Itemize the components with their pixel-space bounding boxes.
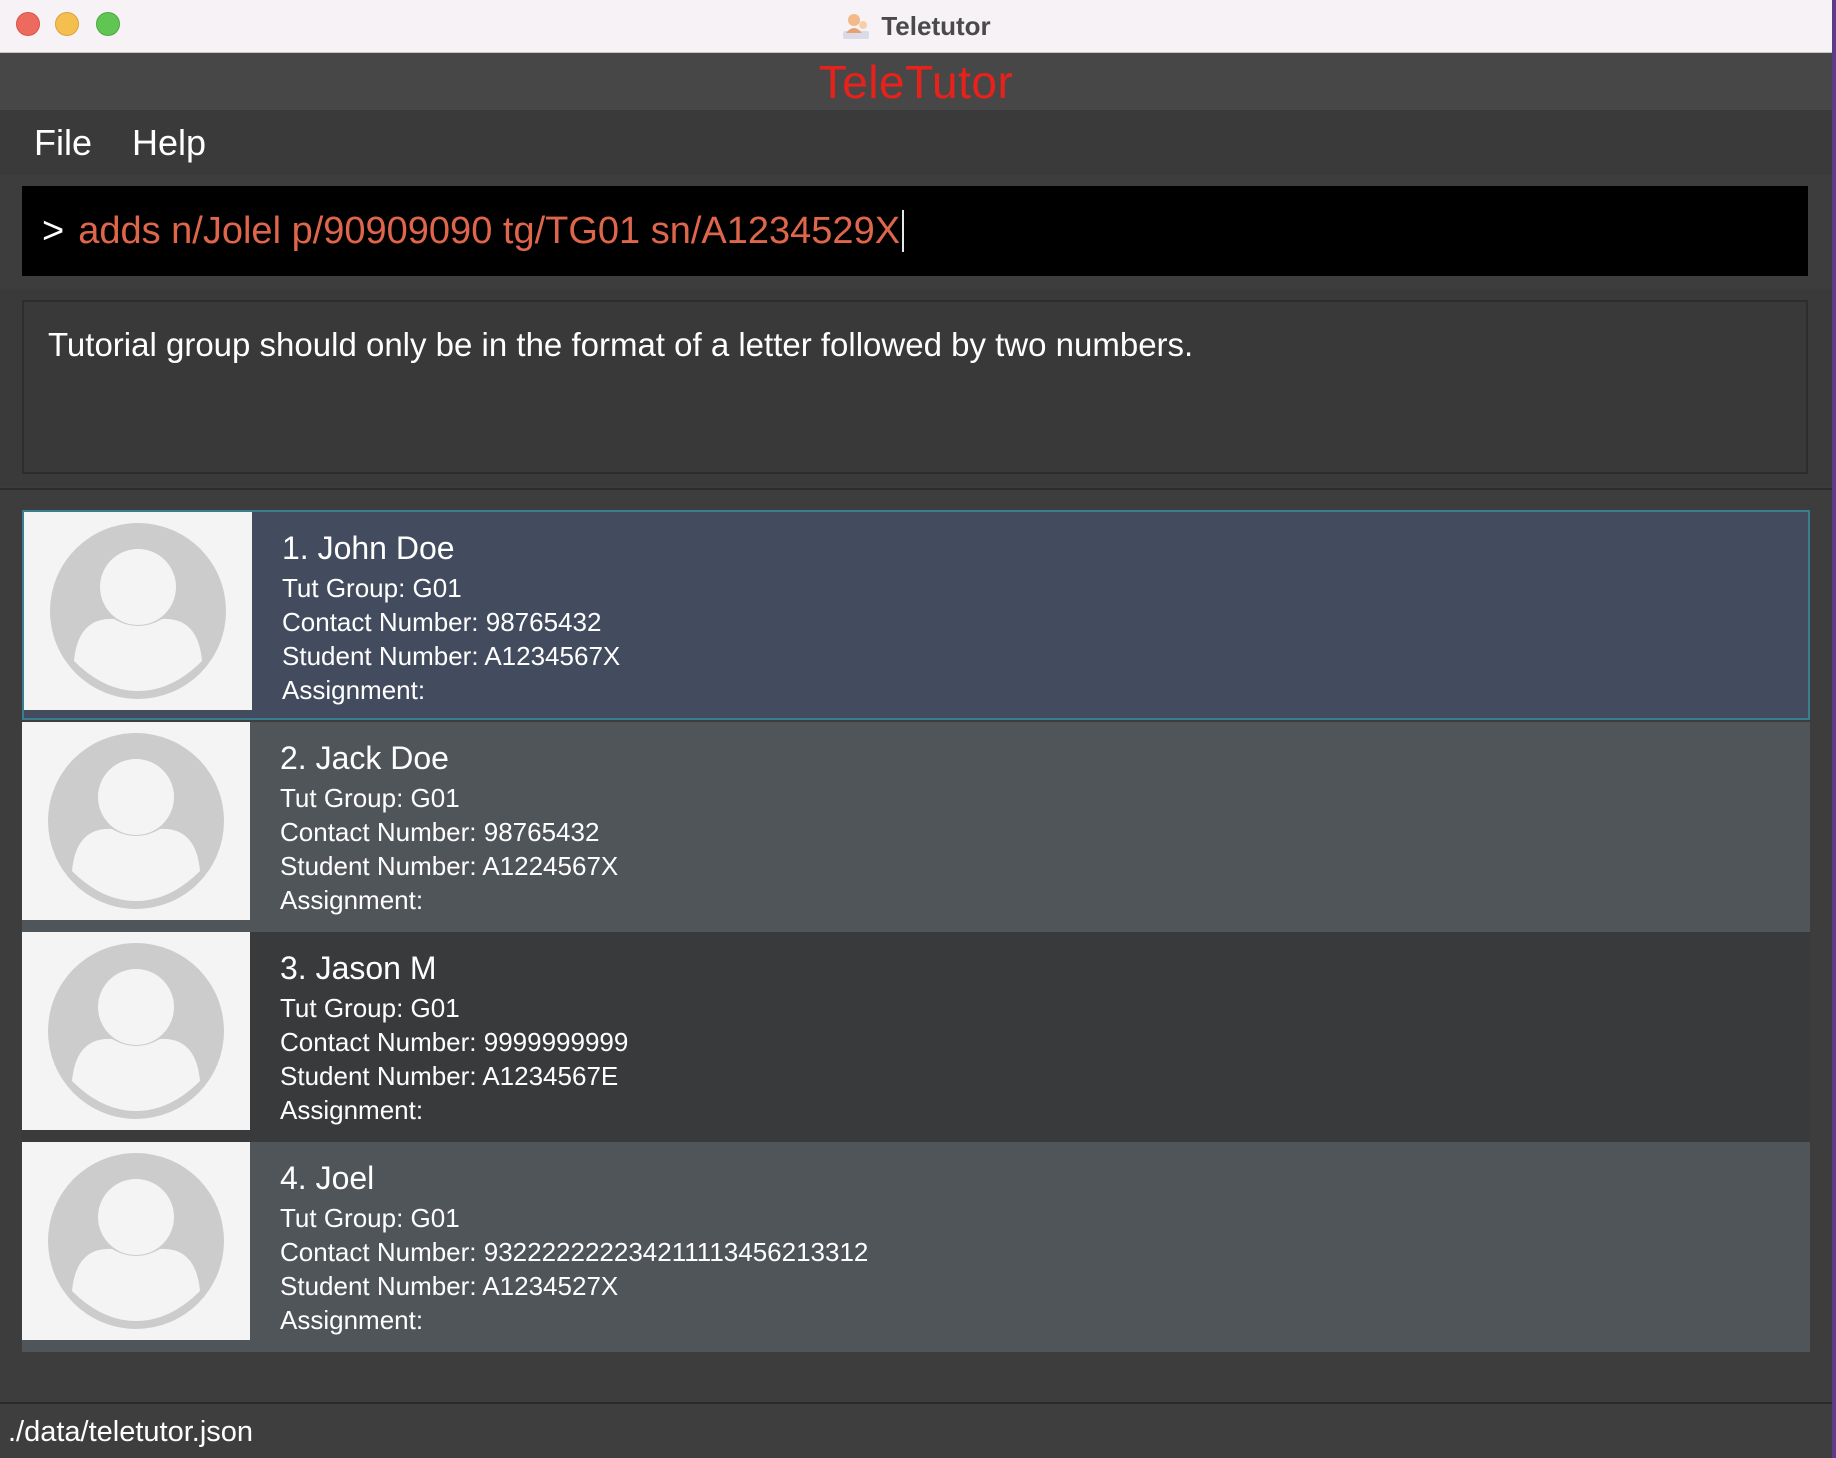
person-student-number: Student Number: A1234567X [282,641,621,671]
person-contact-number: Contact Number: 98765432 [280,817,600,847]
person-student-number: Student Number: A1234527X [280,1271,619,1301]
avatar [22,932,250,1130]
person-details: 4. Joel Tut Group: G01 Contact Number: 9… [250,1142,868,1352]
person-tut-group: Tut Group: G01 [280,993,460,1023]
app-header: TeleTutor [0,53,1832,110]
app-window: Teletutor TeleTutor File Help > adds n/J… [0,0,1832,1458]
default-avatar-icon [48,1153,224,1329]
title-bar: Teletutor [0,0,1832,53]
person-name: 4. Joel [280,1160,375,1196]
window-title: Teletutor [881,10,991,41]
person-student-number: Student Number: A1224567X [280,851,619,881]
avatar [22,722,250,920]
menu-file[interactable]: File [14,122,112,164]
person-assignment: Assignment: [280,885,424,915]
desktop-background-edge [1832,0,1836,1458]
avatar [22,1142,250,1340]
person-details: 2. Jack Doe Tut Group: G01 Contact Numbe… [250,722,618,932]
person-contact-number: Contact Number: 932222222234211113456213… [280,1237,869,1267]
command-box-container: > adds n/Jolel p/90909090 tg/TG01 sn/A12… [0,175,1832,287]
person-contact-number: Contact Number: 98765432 [282,607,602,637]
menu-help[interactable]: Help [112,122,226,164]
person-assignment: Assignment: [280,1305,424,1335]
status-file-path: ./data/teletutor.json [8,1415,254,1448]
person-tut-group: Tut Group: G01 [280,783,460,813]
result-display[interactable]: Tutorial group should only be in the for… [22,300,1808,474]
person-card[interactable]: 4. Joel Tut Group: G01 Contact Number: 9… [22,1142,1810,1352]
person-name: 3. Jason M [280,950,437,986]
person-card[interactable]: 2. Jack Doe Tut Group: G01 Contact Numbe… [22,722,1810,932]
person-student-number: Student Number: A1234567E [280,1061,619,1091]
command-input[interactable]: > adds n/Jolel p/90909090 tg/TG01 sn/A12… [22,186,1808,276]
command-prompt-symbol: > [42,209,65,252]
result-message: Tutorial group should only be in the for… [48,326,1194,363]
person-tut-group: Tut Group: G01 [280,1203,460,1233]
teletutor-app-icon [843,14,870,39]
result-display-container: Tutorial group should only be in the for… [0,290,1832,486]
text-caret [902,210,905,252]
avatar [24,512,252,710]
default-avatar-icon [50,523,226,699]
person-name: 1. John Doe [282,530,455,566]
command-input-text[interactable]: adds n/Jolel p/90909090 tg/TG01 sn/A1234… [78,210,900,253]
person-details: 1. John Doe Tut Group: G01 Contact Numbe… [252,512,620,718]
person-card[interactable]: 3. Jason M Tut Group: G01 Contact Number… [22,932,1810,1142]
person-tut-group: Tut Group: G01 [282,573,462,603]
person-assignment: Assignment: [282,675,426,705]
menu-bar: File Help [0,110,1832,175]
window-title-group: Teletutor [0,0,1832,52]
default-avatar-icon [48,733,224,909]
app-header-title: TeleTutor [818,55,1014,108]
person-card[interactable]: 1. John Doe Tut Group: G01 Contact Numbe… [22,510,1810,720]
person-name: 2. Jack Doe [280,740,449,776]
person-details: 3. Jason M Tut Group: G01 Contact Number… [250,932,628,1142]
status-bar: ./data/teletutor.json [0,1402,1832,1458]
person-assignment: Assignment: [280,1095,424,1125]
person-list[interactable]: 1. John Doe Tut Group: G01 Contact Numbe… [0,488,1832,1404]
default-avatar-icon [48,943,224,1119]
person-contact-number: Contact Number: 9999999999 [280,1027,629,1057]
